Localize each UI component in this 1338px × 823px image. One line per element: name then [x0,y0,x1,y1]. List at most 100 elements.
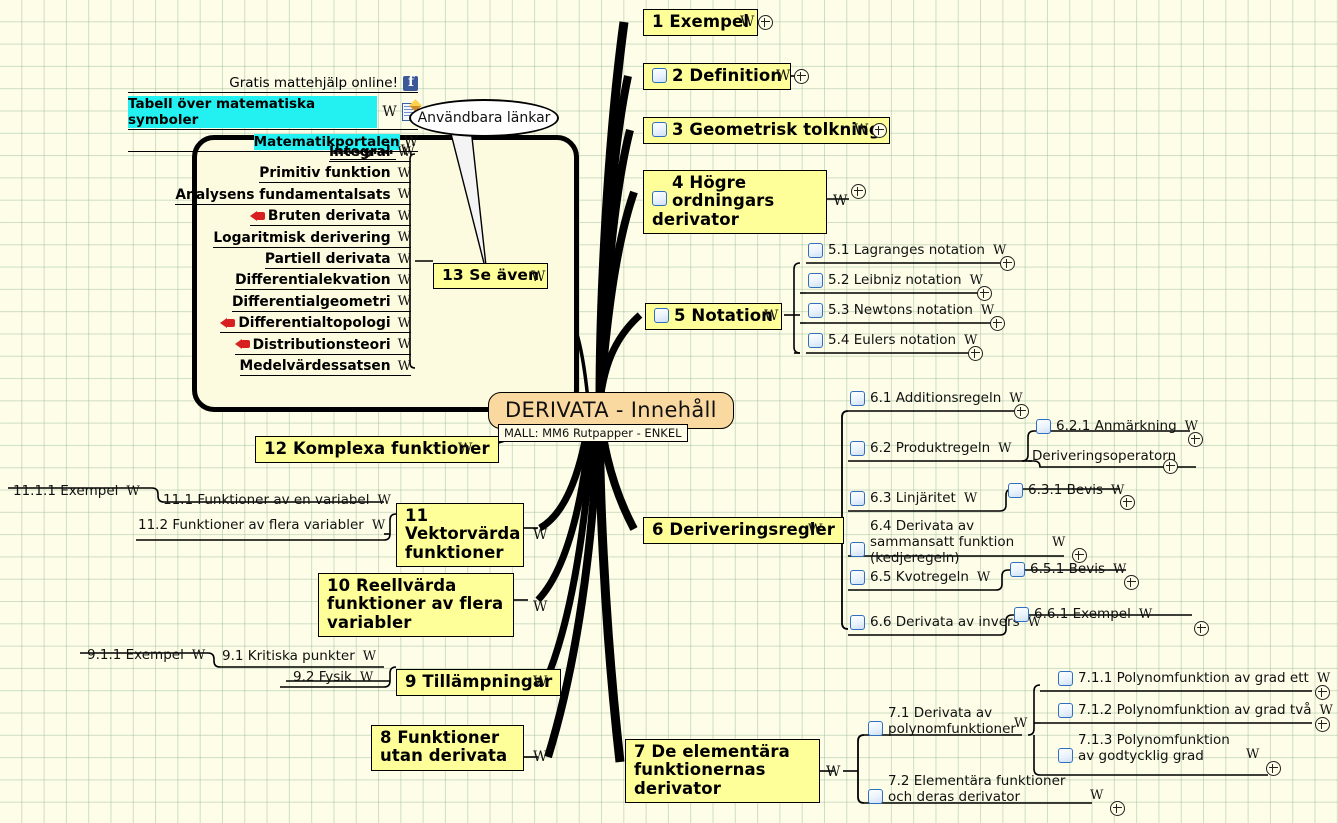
see-also-item[interactable]: Differentialekvation W [0,272,411,291]
w-icon[interactable]: W [398,188,411,201]
w-icon[interactable]: W [398,317,411,330]
expander-plus-icon[interactable] [990,316,1005,331]
w-icon[interactable]: W [1139,608,1152,621]
notation-child[interactable]: 5.4 Eulers notation W [806,332,979,350]
w-icon[interactable]: W [363,650,376,663]
see-also-item[interactable]: Partiell derivata W [0,251,411,269]
w-icon[interactable]: W [398,338,411,351]
checkbox-icon[interactable] [1036,419,1051,435]
topic-4-hogre-ordningars-derivator[interactable]: 4 Högre ordningars derivator [643,170,827,235]
w-icon[interactable]: W [360,671,373,684]
w-icon[interactable]: W [776,69,790,83]
topic-2-definition[interactable]: 2 Definition [643,63,792,91]
w-icon[interactable]: W [192,649,205,662]
expander-plus-icon[interactable] [1120,495,1135,510]
expander-plus-icon[interactable] [851,184,866,199]
checkbox-icon[interactable] [652,122,667,137]
checkbox-icon[interactable] [1010,562,1025,578]
w-icon[interactable]: W [533,528,547,542]
w-icon[interactable]: W [533,750,547,764]
checkbox-icon[interactable] [1014,607,1029,623]
rule-grandchild[interactable]: Deriveringsoperatorn [1030,448,1178,466]
topic-8-funktioner-utan-derivata[interactable]: 8 Funktioner utan derivata [371,725,524,771]
checkbox-icon[interactable] [850,391,865,407]
rule-child[interactable]: 6.3 Linjäritet W [848,490,979,508]
w-icon[interactable]: W [398,274,411,287]
callout-bubble[interactable]: Användbara länkar [409,99,559,137]
w-icon[interactable]: W [740,15,754,29]
checkbox-icon[interactable] [850,441,865,457]
see-also-item[interactable]: Differentialtopologi W [0,315,411,334]
checkbox-icon[interactable] [654,308,669,323]
notation-child[interactable]: 5.2 Leibniz notation W [806,272,985,290]
vector-child[interactable]: 11.1 Funktioner av en variabel W [161,492,393,510]
elementary-child[interactable]: 7.2 Elementära funktioner och deras deri… [866,773,1076,807]
w-icon[interactable]: W [533,675,547,689]
w-icon[interactable]: W [826,765,840,779]
rule-grandchild[interactable]: 6.2.1 Anmärkning W [1034,418,1200,436]
w-icon[interactable]: W [998,442,1011,455]
expander-plus-icon[interactable] [1266,761,1281,776]
checkbox-icon[interactable] [850,491,865,507]
rule-child[interactable]: 6.2 Produktregeln W [848,440,1014,458]
expander-plus-icon[interactable] [977,286,992,301]
elementary-grandchild[interactable]: 7.1.2 Polynomfunktion av grad två W [1056,702,1335,720]
see-also-item[interactable]: Primitiv funktion W [0,165,411,184]
topic-3-geometrisk-tolkning[interactable]: 3 Geometrisk tolkning [643,117,890,145]
see-also-item[interactable]: Integral W [0,144,411,162]
w-icon[interactable]: W [854,123,868,137]
checkbox-icon[interactable] [808,273,823,289]
expander-plus-icon[interactable] [872,123,887,138]
expander-plus-icon[interactable] [1000,256,1015,271]
expander-plus-icon[interactable] [1315,717,1330,732]
checkbox-icon[interactable] [808,303,823,319]
w-icon[interactable]: W [398,210,411,223]
expander-plus-icon[interactable] [968,346,983,361]
checkbox-icon[interactable] [1008,483,1023,499]
w-icon[interactable]: W [1317,672,1330,685]
w-icon[interactable]: W [1014,717,1027,730]
checkbox-icon[interactable] [808,243,823,259]
w-icon[interactable]: W [382,105,396,119]
see-also-item[interactable]: Bruten derivata W [0,208,411,227]
w-icon[interactable]: W [398,146,411,159]
checkbox-icon[interactable] [652,191,667,206]
w-icon[interactable]: W [981,304,994,317]
w-icon[interactable]: W [764,309,778,323]
w-icon[interactable]: W [372,519,385,532]
checkbox-icon[interactable] [1058,671,1073,687]
topic-7-elementara-funktioners-derivator[interactable]: 7 De elementära funktionernas derivator [625,739,820,804]
rule-grandchild[interactable]: 6.3.1 Bevis W [1006,482,1126,500]
w-icon[interactable]: W [398,253,411,266]
checkbox-icon[interactable] [850,570,865,586]
checkbox-icon[interactable] [1058,748,1073,764]
checkbox-icon[interactable] [652,68,667,83]
elementary-child[interactable]: 7.1 Derivata av polynomfunktioner [866,705,1034,739]
facebook-icon[interactable] [403,74,418,91]
w-icon[interactable]: W [1319,704,1332,717]
topic-10-reellvarda-funktioner[interactable]: 10 Reellvärda funktioner av flera variab… [318,573,514,638]
elementary-grandchild[interactable]: 7.1.1 Polynomfunktion av grad ett W [1056,670,1332,688]
w-icon[interactable]: W [531,270,545,284]
rule-child[interactable]: 6.4 Derivata av sammansatt funktion (ked… [848,518,1058,568]
checkbox-icon[interactable] [850,615,865,631]
w-icon[interactable]: W [398,167,411,180]
rule-grandchild[interactable]: 6.6.1 Exempel W [1012,606,1154,624]
w-icon[interactable]: W [1052,536,1065,549]
see-also-item[interactable]: Logaritmisk derivering W [0,230,411,248]
expander-plus-icon[interactable] [1110,801,1125,816]
w-icon[interactable]: W [458,442,472,456]
link-label-0[interactable]: Gratis mattehjälp online! [229,75,398,91]
application-child[interactable]: 9.2 Fysik W [291,669,375,687]
w-icon[interactable]: W [808,523,822,537]
link-label-1[interactable]: Tabell över matematiska symboler [128,96,378,128]
elementary-grandchild[interactable]: 7.1.3 Polynomfunktion av godtycklig grad [1056,732,1236,766]
expander-plus-icon[interactable] [1188,432,1203,447]
notation-child[interactable]: 5.1 Lagranges notation W [806,242,1008,260]
w-icon[interactable]: W [964,492,977,505]
rule-child[interactable]: 6.5 Kvotregeln W [848,569,992,587]
rule-child[interactable]: 6.1 Additionsregeln W [848,390,1025,408]
expander-plus-icon[interactable] [758,15,773,30]
see-also-item[interactable]: Medelvärdessatsen W [0,358,411,376]
notation-child[interactable]: 5.3 Newtons notation W [806,302,996,320]
